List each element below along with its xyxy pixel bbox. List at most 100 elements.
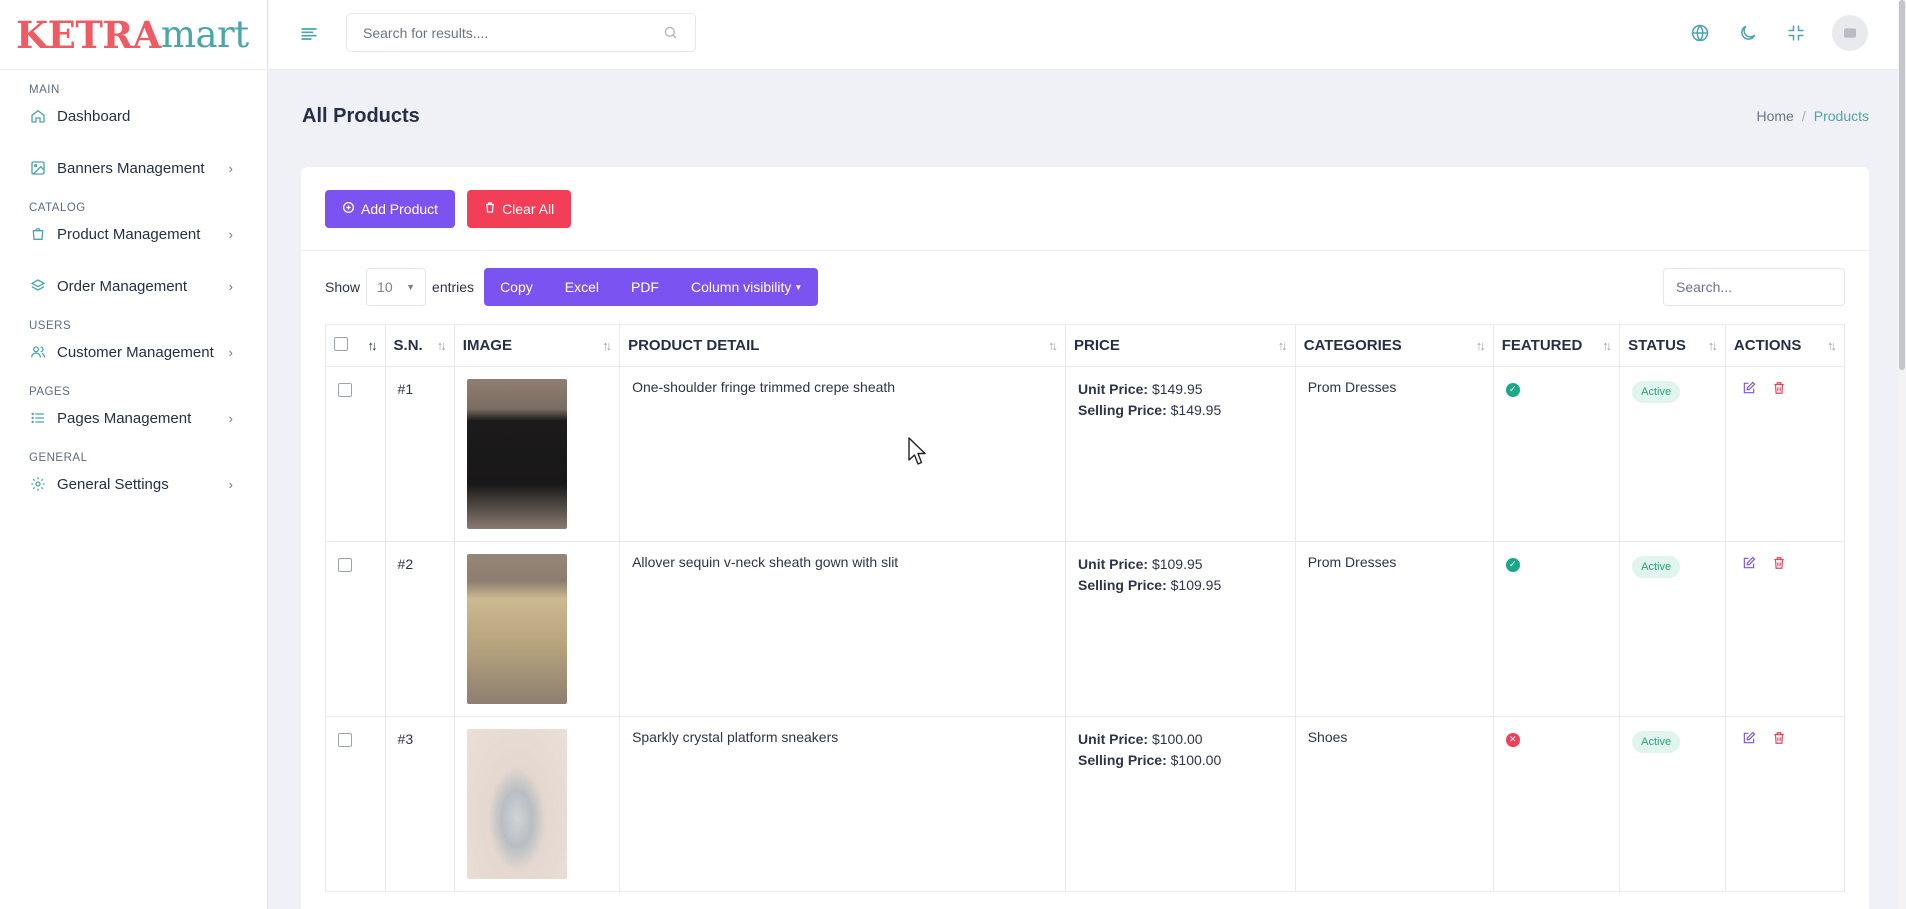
featured-check-icon[interactable]: ✓ [1505, 557, 1520, 572]
selling-price-label: Selling Price: [1078, 402, 1167, 418]
sidebar-item-label: Pages Management [57, 409, 192, 427]
edit-icon[interactable] [1742, 556, 1758, 572]
column-header-status[interactable]: STATUS ↑↓ [1619, 324, 1726, 367]
entries-select[interactable]: 10 ▼ [366, 268, 427, 306]
row-image-cell [453, 541, 621, 717]
column-header-actions[interactable]: ACTIONS ↑↓ [1724, 324, 1846, 367]
sidebar-item-dashboard[interactable]: Dashboard [0, 100, 267, 132]
row-featured: ✕ [1492, 716, 1621, 892]
row-image-cell [453, 366, 621, 542]
selling-price-label: Selling Price: [1078, 752, 1167, 768]
globe-icon[interactable] [1688, 21, 1712, 45]
row-checkbox[interactable] [338, 733, 352, 747]
column-header-label: PRODUCT DETAIL [628, 337, 760, 354]
row-actions [1724, 366, 1846, 542]
row-checkbox[interactable] [338, 383, 352, 397]
row-checkbox[interactable] [338, 558, 352, 572]
pdf-button[interactable]: PDF [615, 268, 675, 306]
column-header-price[interactable]: PRICE ↑↓ [1065, 324, 1296, 367]
card-actions: Add Product Clear All [301, 167, 1869, 251]
unit-price-value: $109.95 [1151, 556, 1203, 572]
section-pages-title: PAGES [29, 386, 71, 398]
excel-button[interactable]: Excel [549, 268, 615, 306]
sidebar: KETRA mart MAIN Dashboard Banners Managem… [0, 0, 268, 909]
column-header-image[interactable]: IMAGE ↑↓ [453, 324, 621, 367]
sort-asc-icon[interactable]: ↑↓ [368, 338, 378, 353]
row-status-cell: Active [1619, 541, 1726, 717]
table-search-input[interactable] [1663, 268, 1845, 306]
entries-length: Show 10 ▼ entries [325, 268, 474, 306]
menu-icon[interactable] [299, 24, 319, 44]
column-header-featured[interactable]: FEATURED ↑↓ [1492, 324, 1621, 367]
select-all-checkbox[interactable] [334, 336, 348, 351]
entries-value: 10 [377, 279, 393, 295]
sidebar-item-label: Order Management [57, 277, 188, 295]
brand-part-1: KETRA [16, 12, 161, 57]
breadcrumb-home[interactable]: Home [1757, 108, 1794, 124]
global-search-input[interactable] [363, 24, 663, 41]
sidebar-item-product-management[interactable]: Product Management › [0, 218, 267, 250]
add-product-button[interactable]: Add Product [325, 190, 456, 228]
featured-check-icon[interactable]: ✓ [1505, 382, 1520, 397]
chevron-right-icon: › [228, 344, 233, 360]
sort-icon: ↑↓ [1048, 338, 1058, 353]
column-visibility-button[interactable]: Column visibility ▼ [675, 268, 818, 306]
delete-icon[interactable] [1772, 556, 1788, 572]
sidebar-item-label: Dashboard [57, 107, 131, 125]
settings-icon [29, 475, 47, 493]
unit-price-value: $100.00 [1151, 731, 1203, 747]
moon-icon[interactable] [1736, 21, 1760, 45]
status-badge[interactable]: Active [1632, 556, 1681, 578]
sidebar-item-order-management[interactable]: Order Management › [0, 270, 267, 302]
chevron-right-icon: › [228, 410, 233, 426]
export-buttons: Copy Excel PDF Column visibility ▼ [484, 268, 819, 306]
product-image[interactable] [466, 554, 567, 704]
products-card: Add Product Clear All Show 10 ▼ entries … [301, 167, 1869, 909]
not-featured-x-icon[interactable]: ✕ [1505, 732, 1520, 747]
edit-icon[interactable] [1742, 731, 1758, 747]
delete-icon[interactable] [1772, 731, 1788, 747]
column-header-label: STATUS [1628, 337, 1686, 354]
products-table: ↑↓ S.N. ↑↓ IMAGE ↑↓ PRODUCT DETAIL ↑↓ PRICE… [325, 324, 1846, 892]
product-image[interactable] [466, 379, 567, 529]
table-row: #1 One-shoulder fringe trimmed crepe she… [325, 366, 1846, 542]
row-select-cell [325, 716, 386, 892]
chevron-right-icon: › [228, 278, 233, 294]
column-header-categories[interactable]: CATEGORIES ↑↓ [1294, 324, 1494, 367]
status-badge[interactable]: Active [1632, 731, 1681, 753]
sort-icon: ↑↓ [1827, 338, 1837, 353]
plus-circle-icon [342, 201, 355, 217]
column-header-label: IMAGE [462, 337, 512, 354]
sidebar-item-general-settings[interactable]: General Settings › [0, 468, 267, 500]
product-image[interactable] [466, 729, 567, 879]
entries-label: entries [432, 279, 475, 295]
fullscreen-exit-icon[interactable] [1784, 21, 1808, 45]
select-all-header: ↑↓ [325, 324, 386, 367]
avatar[interactable] [1832, 15, 1868, 51]
brand-logo[interactable]: KETRA mart [0, 0, 267, 70]
row-price: Unit Price: $100.00 Selling Price: $100.… [1065, 716, 1296, 892]
copy-button[interactable]: Copy [484, 268, 549, 306]
row-sn: #2 [384, 541, 455, 717]
chevron-right-icon: › [228, 476, 233, 492]
sort-icon: ↑↓ [1602, 338, 1612, 353]
column-header-product-detail[interactable]: PRODUCT DETAIL ↑↓ [619, 324, 1067, 367]
search-icon[interactable] [663, 25, 679, 41]
page-scrollbar[interactable] [1898, 0, 1906, 909]
sidebar-item-label: General Settings [57, 475, 169, 493]
clear-all-button[interactable]: Clear All [467, 190, 572, 228]
show-label: Show [325, 279, 361, 295]
delete-icon[interactable] [1772, 381, 1788, 397]
status-badge[interactable]: Active [1632, 381, 1681, 403]
sidebar-item-banners[interactable]: Banners Management › [0, 152, 267, 184]
sidebar-item-pages-management[interactable]: Pages Management › [0, 402, 267, 434]
scrollbar-thumb[interactable] [1899, 0, 1905, 370]
row-product-detail: Sparkly crystal platform sneakers [619, 716, 1067, 892]
column-header-sn[interactable]: S.N. ↑↓ [384, 324, 455, 367]
brand-part-2: mart [160, 13, 249, 56]
selling-price-value: $100.00 [1170, 752, 1222, 768]
chevron-right-icon: › [228, 226, 233, 242]
sidebar-item-customer-management[interactable]: Customer Management › [0, 336, 267, 368]
edit-icon[interactable] [1742, 381, 1758, 397]
table-row: #3 Sparkly crystal platform sneakers Uni… [325, 716, 1846, 892]
